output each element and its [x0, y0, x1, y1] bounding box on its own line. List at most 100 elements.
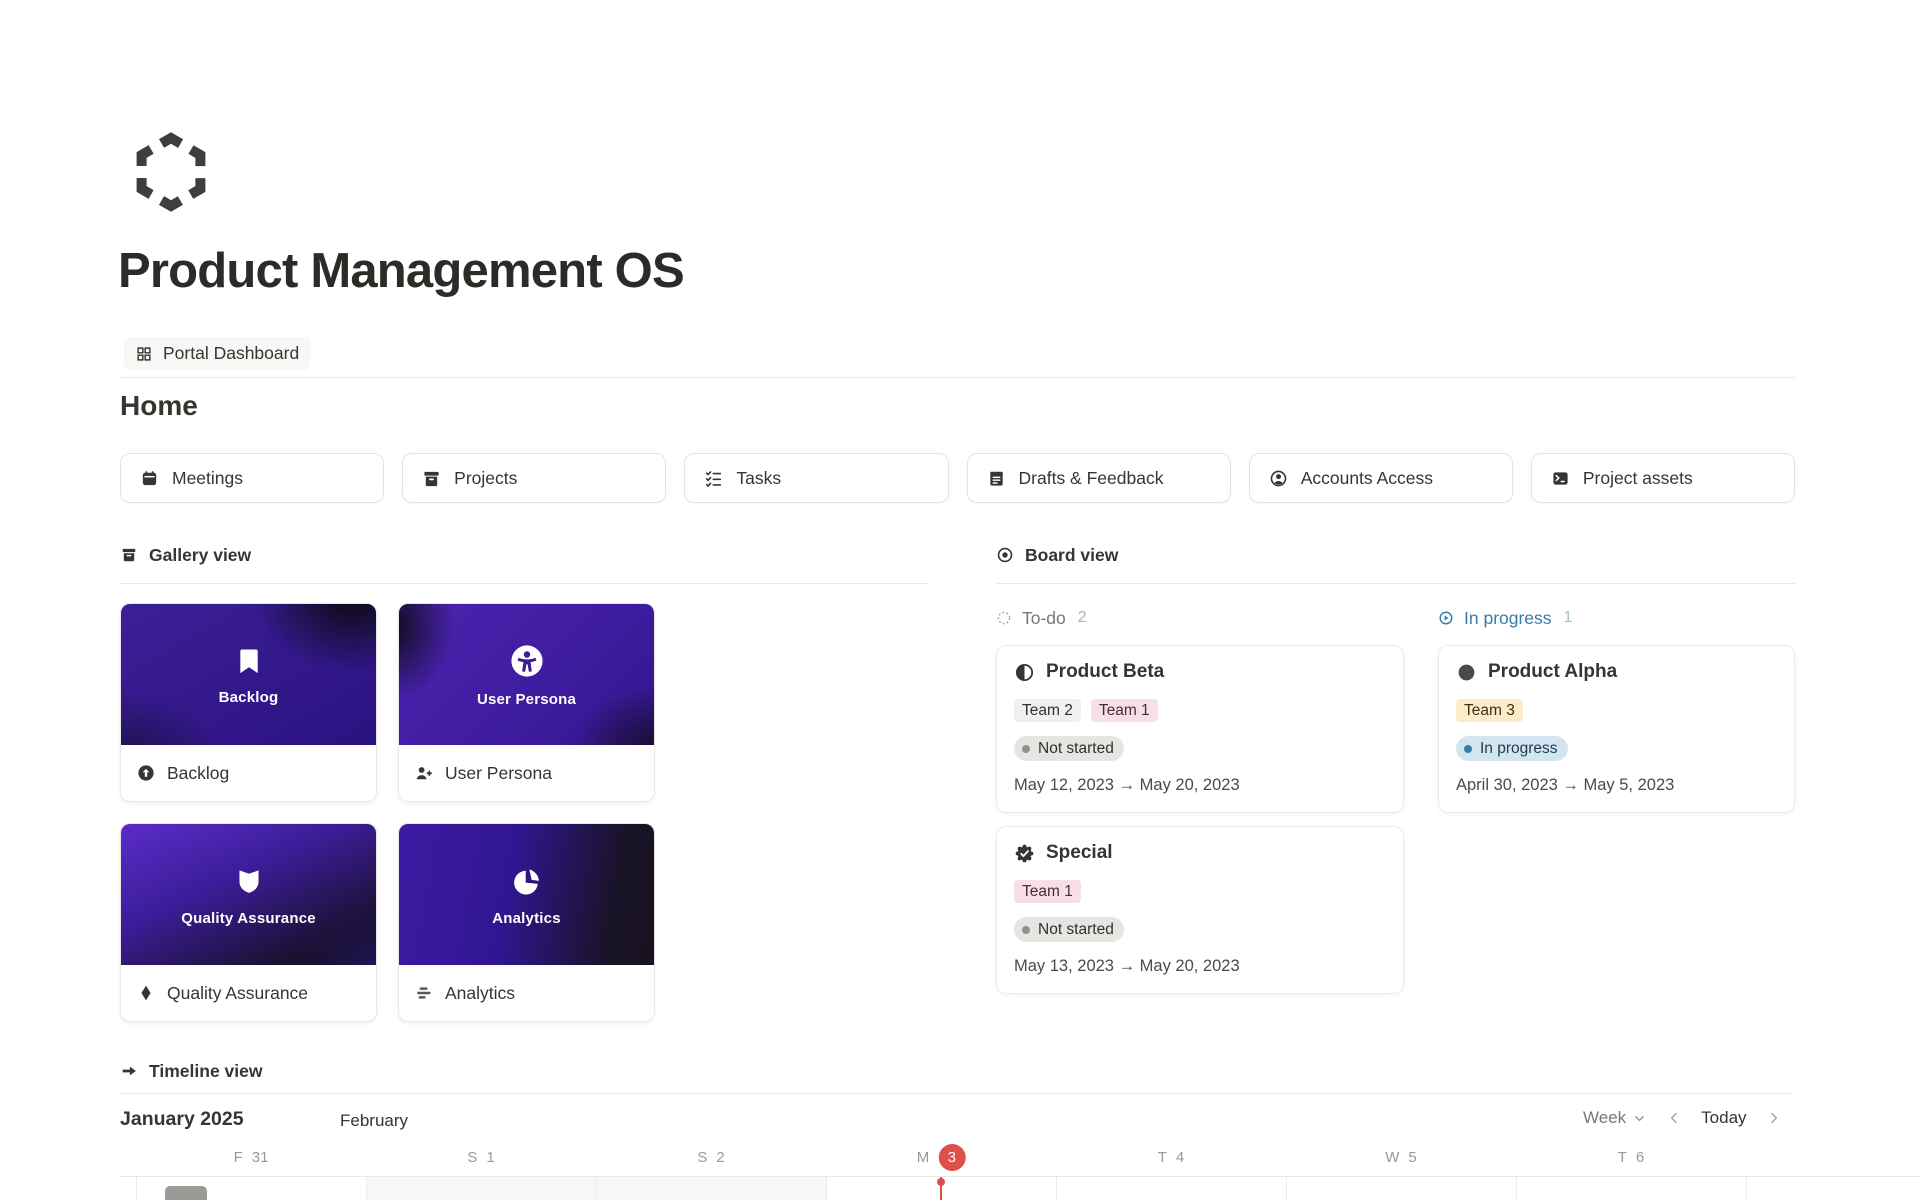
gallery-view-label: Gallery view: [149, 545, 251, 566]
circle-play-icon: [1438, 610, 1454, 626]
board-view-label: Board view: [1025, 545, 1118, 566]
chevron-right-icon: [1766, 1110, 1782, 1126]
board-column-in-progress: In progress 1 Product Alpha Team 3: [1438, 606, 1795, 994]
timeline-view-header[interactable]: Timeline view: [120, 1056, 262, 1086]
view-mode-dropdown[interactable]: Week: [1583, 1108, 1647, 1128]
gallery-card-title: Quality Assurance: [167, 983, 308, 1004]
column-name: To-do: [1022, 608, 1066, 629]
day-label: T 6: [1618, 1143, 1645, 1171]
card-title: Product Beta: [1046, 661, 1164, 683]
gallery-card-footer: User Persona: [399, 745, 654, 801]
date-range: May 12, 2023 → May 20, 2023: [1014, 776, 1386, 795]
status-badge: In progress: [1456, 736, 1568, 761]
bars-icon: [414, 983, 434, 1003]
cover-title: Analytics: [492, 910, 561, 927]
circle-up-icon: [136, 763, 156, 783]
meetings-icon: [140, 469, 159, 488]
board-view-header[interactable]: Board view: [996, 540, 1795, 570]
diamond-icon: [136, 983, 156, 1003]
board-divider: [996, 583, 1795, 584]
tag-row: Team 1: [1014, 880, 1386, 903]
day-number: 1: [486, 1149, 494, 1166]
tag-row: Team 2 Team 1: [1014, 699, 1386, 722]
gallery-card-footer: Analytics: [399, 965, 654, 1021]
column-name: In progress: [1464, 608, 1552, 629]
timeline-grid: [120, 1176, 1920, 1200]
gallery-card-cover: Analytics: [399, 824, 654, 965]
prev-period-button[interactable]: [1666, 1110, 1682, 1126]
card-title: Special: [1046, 842, 1113, 864]
nav-button-label: Accounts Access: [1301, 468, 1433, 489]
timeline-day-labels: F 31 S 1 S 2 M 3 T 4 W 5 T 6: [0, 1143, 1920, 1171]
column-header-todo[interactable]: To-do 2: [996, 606, 1404, 630]
nav-button[interactable]: Meetings: [120, 453, 384, 503]
gallery-card-title: User Persona: [445, 763, 552, 784]
accounts-icon: [1269, 469, 1288, 488]
user-plus-icon: [414, 763, 434, 783]
next-period-button[interactable]: [1766, 1110, 1782, 1126]
nav-button[interactable]: Project assets: [1531, 453, 1795, 503]
projects-icon: [422, 469, 441, 488]
workspace-logo-hexagon: [131, 132, 211, 212]
board-card[interactable]: Product Alpha Team 3 In progress April 3…: [1438, 645, 1795, 813]
timeline-next-month-label: February: [340, 1111, 408, 1131]
column-count: 1: [1564, 609, 1573, 627]
day-number: 6: [1636, 1149, 1644, 1166]
archive-icon: [120, 546, 138, 564]
gallery-grid: Backlog Backlog User Persona User Person…: [120, 603, 928, 1022]
tab-portal-dashboard[interactable]: Portal Dashboard: [124, 337, 310, 370]
nav-button[interactable]: Projects: [402, 453, 666, 503]
card-title: Product Alpha: [1488, 661, 1617, 683]
cover-title: Backlog: [219, 689, 279, 706]
day-label: M 3: [917, 1143, 966, 1171]
column-header-in-progress[interactable]: In progress 1: [1438, 606, 1795, 630]
day-label: S 1: [467, 1143, 494, 1171]
today-marker-dot: [937, 1178, 945, 1186]
status-badge: Not started: [1014, 736, 1124, 761]
nav-button-label: Projects: [454, 468, 517, 489]
section-title: Home: [120, 390, 198, 422]
team-tag: Team 3: [1456, 699, 1523, 722]
team-tag: Team 1: [1091, 699, 1158, 722]
day-number: 5: [1408, 1149, 1416, 1166]
nav-button-label: Drafts & Feedback: [1019, 468, 1164, 489]
pie-icon: [509, 863, 545, 899]
team-tag: Team 2: [1014, 699, 1081, 722]
page-title: Product Management OS: [118, 243, 684, 299]
nav-button-label: Project assets: [1583, 468, 1693, 489]
contrast-icon: [1014, 662, 1035, 683]
person-icon: [508, 642, 546, 680]
gallery-card[interactable]: User Persona User Persona: [398, 603, 655, 802]
nav-button[interactable]: Tasks: [684, 453, 948, 503]
timeline-month-label: January 2025: [120, 1108, 244, 1131]
arrow-right-icon: [120, 1062, 138, 1080]
nav-button[interactable]: Drafts & Feedback: [967, 453, 1231, 503]
date-range: May 13, 2023 → May 20, 2023: [1014, 957, 1386, 976]
assets-icon: [1551, 469, 1570, 488]
day-label: F 31: [234, 1143, 269, 1171]
tab-label: Portal Dashboard: [163, 343, 299, 364]
day-label: S 2: [697, 1143, 724, 1171]
board-card[interactable]: Special Team 1 Not started May 13, 2023 …: [996, 826, 1404, 994]
chevron-left-icon: [1666, 1110, 1682, 1126]
day-number: 4: [1176, 1149, 1184, 1166]
shield-icon: [231, 863, 267, 899]
gallery-divider: [120, 583, 928, 584]
gallery-view-header[interactable]: Gallery view: [120, 540, 928, 570]
circle-filled-icon: [1456, 662, 1477, 683]
nav-button[interactable]: Accounts Access: [1249, 453, 1513, 503]
circle-dashed-icon: [996, 610, 1012, 626]
date-range: April 30, 2023 → May 5, 2023: [1456, 776, 1777, 795]
timeline-view-label: Timeline view: [149, 1061, 262, 1082]
board-view-section: Board view To-do 2 Product Beta Team 2Te…: [996, 540, 1795, 994]
bookmark-icon: [232, 644, 266, 678]
gallery-card-title: Backlog: [167, 763, 229, 784]
gallery-card[interactable]: Analytics Analytics: [398, 823, 655, 1022]
status-dot-icon: [1022, 745, 1030, 753]
timeline-item-chip[interactable]: [165, 1186, 207, 1200]
gallery-card[interactable]: Quality Assurance Quality Assurance: [120, 823, 377, 1022]
board-card[interactable]: Product Beta Team 2 Team 1 Not started Ma…: [996, 645, 1404, 813]
gallery-card[interactable]: Backlog Backlog: [120, 603, 377, 802]
today-button[interactable]: Today: [1701, 1108, 1746, 1128]
nav-button-label: Meetings: [172, 468, 243, 489]
